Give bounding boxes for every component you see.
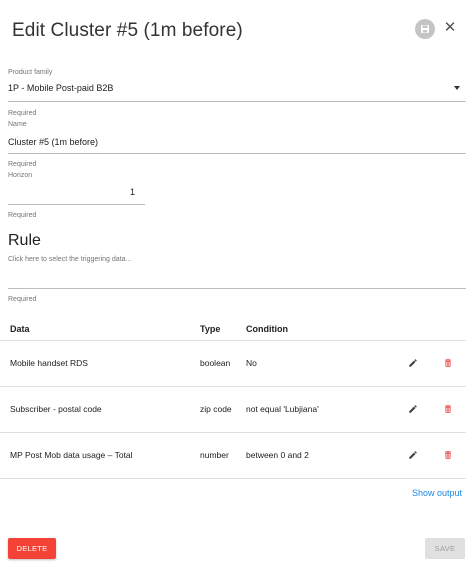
horizon-label: Horizon	[8, 172, 33, 179]
trash-icon[interactable]	[441, 356, 455, 370]
name-underline	[8, 153, 466, 154]
row-data-cell: Subscriber - postal code	[0, 385, 200, 432]
rule-underline	[8, 288, 466, 289]
row-condition-cell: between 0 and 2	[246, 431, 396, 479]
table-header-row: Data Type Condition	[0, 318, 466, 340]
floppy-disk-icon[interactable]	[415, 19, 435, 39]
dialog-title: Edit Cluster #5 (1m before)	[12, 20, 243, 41]
pencil-icon[interactable]	[406, 356, 420, 370]
delete-button[interactable]: DELETE	[8, 538, 56, 559]
row-condition-cell: No	[246, 339, 396, 386]
trash-icon[interactable]	[441, 448, 455, 462]
rules-table: Data Type Condition Mobile handset RDS b…	[0, 318, 466, 479]
chevron-down-icon[interactable]	[454, 86, 460, 90]
table-row: Mobile handset RDS boolean No	[0, 339, 466, 386]
rule-required: Required	[8, 296, 37, 303]
horizon-field[interactable]: 1	[130, 187, 135, 197]
horizon-underline	[8, 204, 145, 205]
table-row: Subscriber - postal code zip code not eq…	[0, 385, 466, 432]
row-data-cell: Mobile handset RDS	[0, 339, 200, 386]
row-data-cell: MP Post Mob data usage – Total	[0, 431, 200, 479]
product-family-select[interactable]: 1P - Mobile Post-paid B2B	[8, 83, 113, 93]
rule-input[interactable]: Click here to select the triggering data…	[8, 256, 131, 263]
product-family-label: Product family	[8, 69, 53, 76]
row-condition-cell: not equal 'Lubjiana'	[246, 385, 396, 432]
save-button[interactable]: SAVE	[425, 538, 465, 559]
column-header-type: Type	[200, 323, 221, 334]
horizon-required: Required	[8, 212, 37, 219]
dialog-header: Edit Cluster #5 (1m before) ✕	[0, 0, 474, 62]
show-output-link[interactable]: Show output	[412, 488, 462, 498]
row-type-cell: boolean	[200, 339, 246, 386]
rule-heading: Rule	[8, 232, 41, 249]
trash-icon[interactable]	[441, 402, 455, 416]
column-header-data: Data	[10, 323, 30, 334]
row-type-cell: zip code	[200, 385, 246, 432]
close-icon[interactable]: ✕	[442, 18, 458, 38]
product-family-required: Required	[8, 110, 37, 117]
table-row: MP Post Mob data usage – Total number be…	[0, 431, 466, 479]
pencil-icon[interactable]	[406, 448, 420, 462]
name-field[interactable]: Cluster #5 (1m before)	[8, 137, 98, 147]
name-label: Name	[8, 121, 27, 128]
product-family-underline	[8, 101, 466, 102]
row-type-cell: number	[200, 431, 246, 479]
pencil-icon[interactable]	[406, 402, 420, 416]
name-required: Required	[8, 161, 37, 168]
column-header-condition: Condition	[246, 323, 288, 334]
